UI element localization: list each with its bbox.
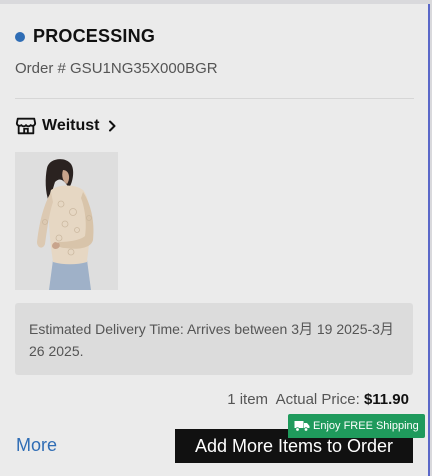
product-thumbnail[interactable] xyxy=(15,152,118,290)
lace-top-photo xyxy=(15,152,118,290)
truck-icon xyxy=(294,421,310,432)
order-status: PROCESSING xyxy=(15,26,155,47)
price-label: Actual Price: xyxy=(275,391,360,408)
item-count: 1 item xyxy=(227,391,269,408)
delivery-estimate: Estimated Delivery Time: Arrives between… xyxy=(15,303,413,375)
store-name: Weitust xyxy=(42,117,100,134)
order-card: PROCESSING Order # GSU1NG35X000BGR Weitu… xyxy=(0,4,430,476)
status-label: PROCESSING xyxy=(33,26,156,46)
status-dot-icon xyxy=(15,31,25,42)
more-button[interactable]: More xyxy=(16,435,57,456)
free-shipping-badge: Enjoy FREE Shipping xyxy=(288,414,425,438)
price-summary: 1 item Actual Price: $11.90 xyxy=(227,391,409,408)
divider xyxy=(15,98,414,99)
add-more-items-label: Add More Items to Order xyxy=(194,435,394,456)
store-icon xyxy=(15,117,37,135)
order-number: Order # GSU1NG35X000BGR xyxy=(15,60,218,77)
badge-label: Enjoy FREE Shipping xyxy=(313,420,419,432)
store-link[interactable]: Weitust xyxy=(15,115,118,137)
chevron-right-icon xyxy=(109,120,116,132)
price-value: $11.90 xyxy=(363,391,409,408)
